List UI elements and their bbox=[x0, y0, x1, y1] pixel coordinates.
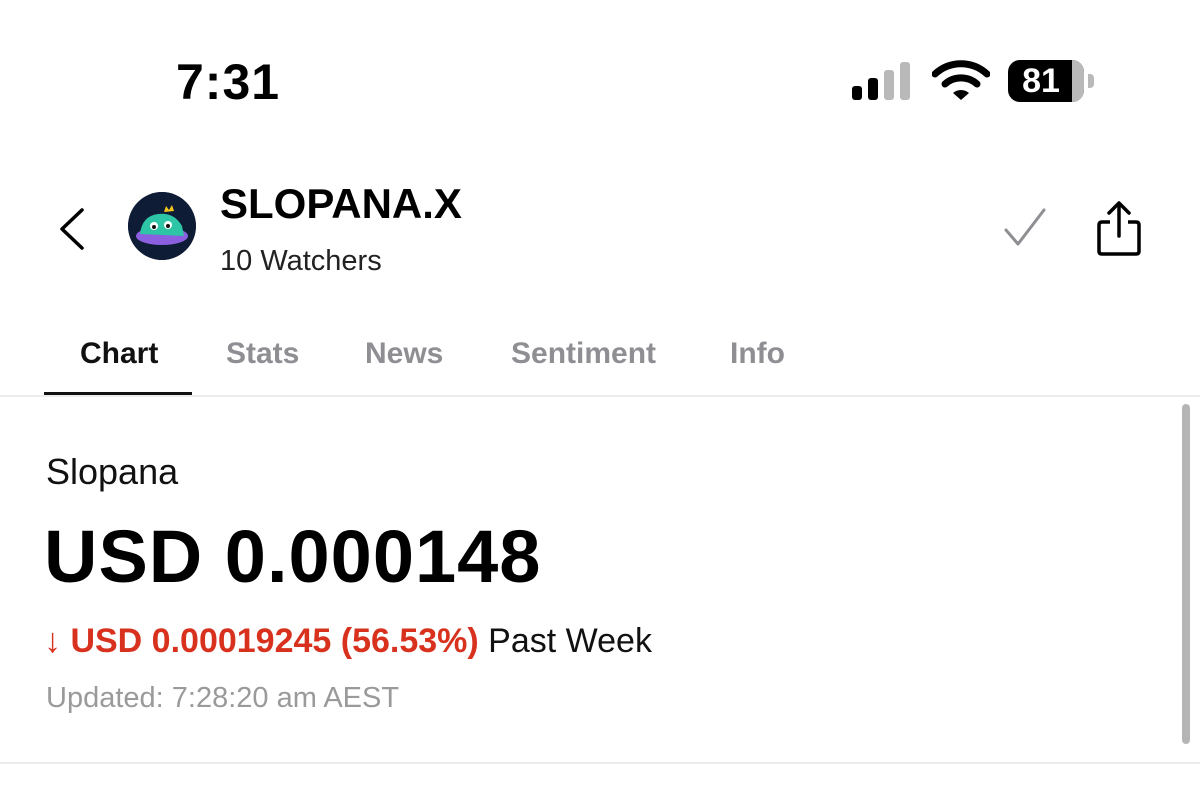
section-divider bbox=[0, 762, 1200, 764]
change-period: Past Week bbox=[488, 622, 652, 660]
watchers-count: 10 Watchers bbox=[220, 245, 382, 277]
tab-stats[interactable]: Stats bbox=[226, 330, 299, 396]
tab-chart[interactable]: Chart bbox=[80, 330, 158, 396]
wifi-icon bbox=[932, 60, 990, 100]
tabs-divider bbox=[0, 395, 1200, 397]
checkmark-icon[interactable] bbox=[1000, 204, 1048, 252]
cellular-signal-icon bbox=[852, 62, 912, 100]
back-chevron-icon[interactable] bbox=[52, 204, 92, 254]
status-time: 7:31 bbox=[176, 54, 281, 110]
price-change: ↓ USD 0.00019245 (56.53%) Past Week bbox=[44, 618, 652, 664]
asset-name: Slopana bbox=[46, 451, 179, 492]
slime-character-icon bbox=[128, 192, 196, 260]
token-avatar bbox=[128, 192, 196, 260]
tab-sentiment[interactable]: Sentiment bbox=[511, 330, 656, 396]
scrollbar[interactable] bbox=[1182, 404, 1190, 744]
current-price: USD 0.000148 bbox=[44, 515, 542, 598]
updated-timestamp: Updated: 7:28:20 am AEST bbox=[46, 682, 400, 714]
battery-level: 81 bbox=[1022, 62, 1060, 100]
stock-detail-screen: 7:31 81 SLOPANA.X 10 Watchers Chart Stat… bbox=[0, 0, 1200, 800]
ticker-symbol: SLOPANA.X bbox=[220, 180, 462, 227]
down-arrow-icon: ↓ bbox=[44, 622, 61, 660]
tab-news[interactable]: News bbox=[365, 330, 443, 396]
change-value: USD 0.00019245 (56.53%) bbox=[70, 622, 479, 660]
battery-icon: 81 bbox=[1008, 60, 1084, 102]
share-icon[interactable] bbox=[1094, 200, 1144, 258]
battery-cap bbox=[1088, 74, 1094, 88]
tab-info[interactable]: Info bbox=[730, 330, 785, 396]
